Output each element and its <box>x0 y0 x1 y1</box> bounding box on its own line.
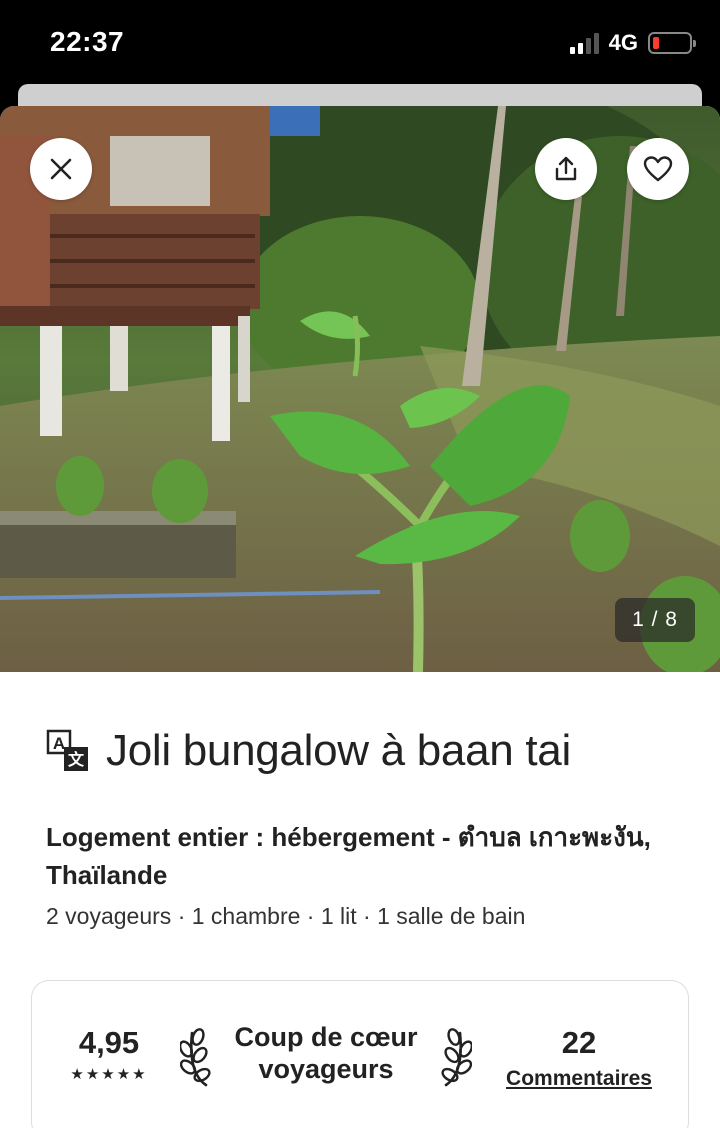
heart-icon <box>643 156 673 182</box>
listing-details: 2 voyageurs · 1 chambre · 1 lit · 1 sall… <box>46 903 526 929</box>
status-time: 22:37 <box>50 26 125 57</box>
guest-favorite-card[interactable]: 4,95 ★★★★★ Coup de cœur voyageurs 22 Com… <box>31 980 689 1128</box>
laurel-left-icon <box>180 1028 211 1087</box>
rating-value: 4,95 <box>78 1025 140 1060</box>
favorite-button[interactable] <box>627 138 689 200</box>
svg-text:A: A <box>53 734 65 753</box>
network-type: 4G <box>608 30 638 55</box>
listing-photo[interactable]: 1 / 8 <box>0 106 720 672</box>
status-indicators: 4G <box>569 30 696 56</box>
share-button[interactable] <box>535 138 597 200</box>
listing-sheet: 1 / 8 A 文 Joli bungalow à baan tai Logem… <box>0 106 720 1128</box>
guest-favorite-label: Coup de cœur voyageurs <box>234 1022 418 1084</box>
battery-low-icon <box>648 32 696 54</box>
reviews-count: 22 <box>561 1025 597 1060</box>
listing-title-row: A 文 Joli bungalow à baan tai <box>46 726 571 776</box>
reviews-block[interactable]: 22 Commentaires <box>494 1025 664 1091</box>
close-button[interactable] <box>30 138 92 200</box>
photo-counter: 1 / 8 <box>615 598 695 642</box>
rating-stars-icon: ★★★★★ <box>70 1066 148 1083</box>
reviews-link[interactable]: Commentaires <box>494 1067 664 1091</box>
laurel-right-icon <box>441 1028 472 1087</box>
signal-icon <box>569 32 599 54</box>
share-icon <box>555 156 577 181</box>
close-icon <box>50 158 72 180</box>
status-bar: 22:37 4G <box>0 0 720 86</box>
listing-title: Joli bungalow à baan tai <box>106 726 571 775</box>
rating-block: 4,95 ★★★★★ <box>54 1025 164 1083</box>
listing-subtitle: Logement entier : hébergement - ตำบล เกา… <box>46 822 651 890</box>
svg-text:文: 文 <box>68 750 85 769</box>
translate-icon: A 文 <box>46 729 88 771</box>
bungalow-garden-image <box>0 106 720 672</box>
